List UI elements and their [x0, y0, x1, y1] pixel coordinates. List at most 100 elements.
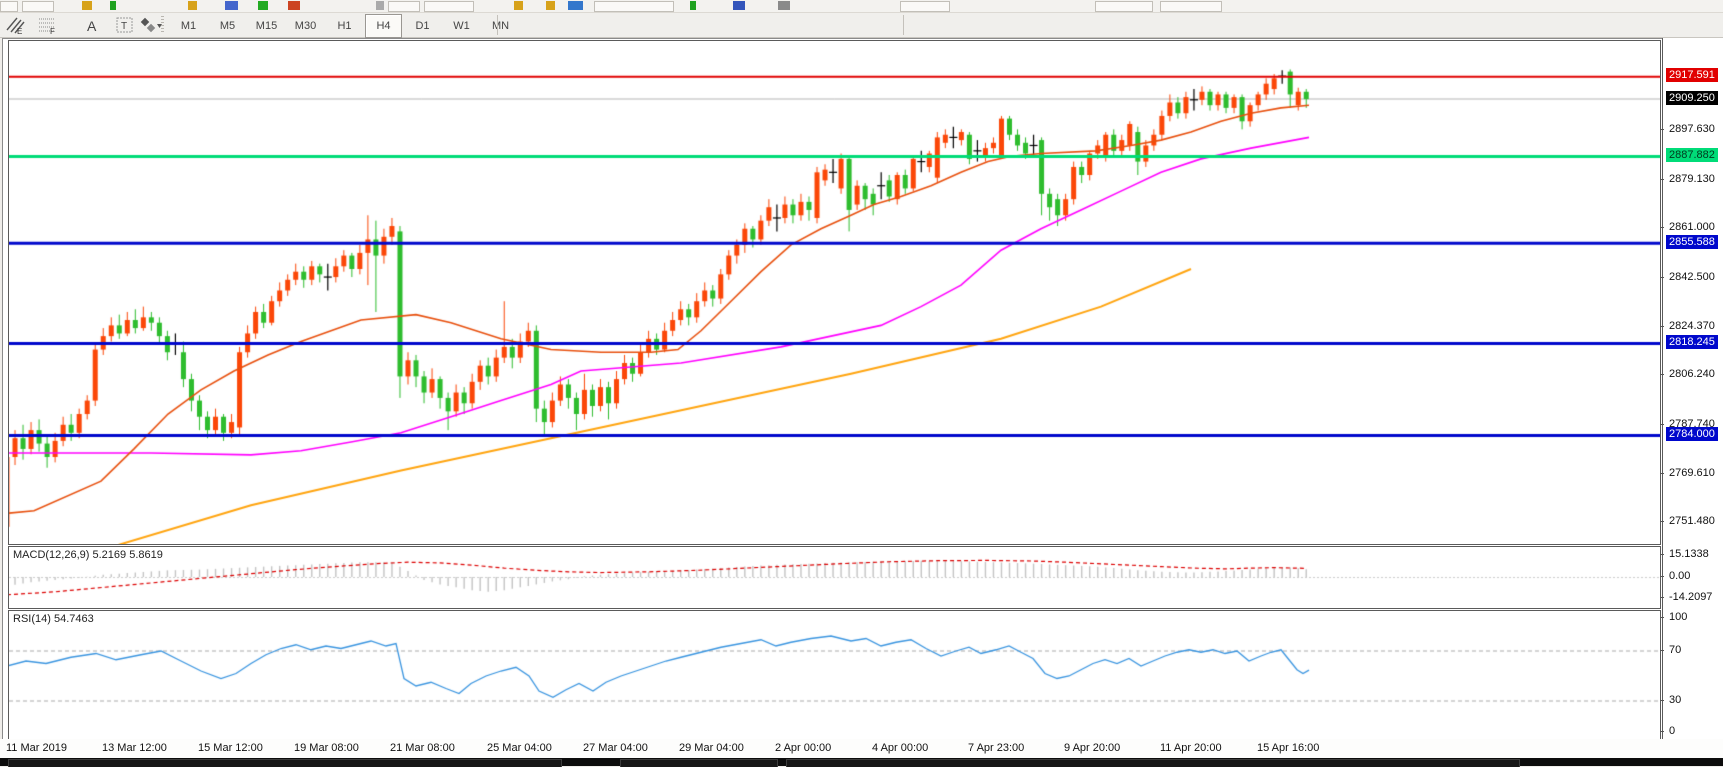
toolbar-separator — [497, 15, 498, 35]
price-scale-label: 2861.000 — [1666, 220, 1718, 234]
scale-tick — [1660, 617, 1664, 618]
scale-tick — [1660, 700, 1664, 701]
toolbar-icon-stub[interactable] — [188, 1, 197, 10]
scale-tick — [1660, 326, 1664, 327]
price-scale-label: 2842.500 — [1666, 270, 1718, 284]
macd-label: MACD(12,26,9) 5.2169 5.8619 — [13, 549, 163, 561]
price-scale-label: 30 — [1666, 693, 1684, 707]
price-scale-label: -14.2097 — [1666, 590, 1715, 604]
date-axis-label: 15 Mar 12:00 — [198, 742, 263, 754]
macd-indicator-pane[interactable] — [8, 546, 1661, 609]
price-level-badge: 2818.245 — [1666, 335, 1718, 349]
price-level-badge: 2917.591 — [1666, 68, 1718, 82]
main-toolbar: E F A T M1M5M15M30H1H4D1W1MN — [0, 13, 1723, 38]
timeframe-bar: M1M5M15M30H1H4D1W1MN — [170, 14, 519, 36]
scale-tick — [1660, 597, 1664, 598]
toolbar-icon-stub[interactable] — [733, 1, 745, 10]
scale-tick — [1660, 731, 1664, 732]
price-scale-label: 2769.610 — [1666, 466, 1718, 480]
toolbar-icon-stub[interactable] — [1160, 1, 1222, 12]
date-axis-label: 29 Mar 04:00 — [679, 742, 744, 754]
price-scale-label: 2879.130 — [1666, 172, 1718, 186]
top-toolbar-strip — [0, 0, 1723, 13]
macd-main-value: 5.2169 — [92, 549, 126, 561]
scale-tick — [1660, 576, 1664, 577]
price-scale-label: 0.00 — [1666, 569, 1693, 583]
rsi-value: 54.7463 — [54, 613, 94, 625]
toolbar-icon-stub[interactable] — [778, 1, 790, 10]
price-level-badge: 2855.588 — [1666, 235, 1718, 249]
toolbar-icon-stub[interactable] — [258, 1, 268, 10]
timeframe-button-W1[interactable]: W1 — [443, 14, 480, 38]
date-axis-label: 7 Apr 23:00 — [968, 742, 1024, 754]
text-label-icon[interactable]: T — [112, 14, 138, 36]
svg-text:T: T — [121, 21, 127, 32]
toolbar-icon-stub[interactable] — [690, 1, 696, 10]
scale-tick — [1660, 374, 1664, 375]
date-axis-label: 11 Apr 20:00 — [1160, 742, 1222, 754]
price-scale-label: 15.1338 — [1666, 547, 1712, 561]
date-axis-label: 15 Apr 16:00 — [1257, 742, 1319, 754]
timeframe-button-M5[interactable]: M5 — [209, 14, 246, 38]
taskbar-strip — [0, 758, 1723, 766]
scale-tick — [1660, 129, 1664, 130]
price-scale-label: 70 — [1666, 643, 1684, 657]
price-scale-label: 2806.240 — [1666, 367, 1718, 381]
fibo-expansion-icon[interactable]: E — [2, 14, 28, 36]
toolbar-drag-handle[interactable] — [161, 16, 164, 34]
toolbar-icon-stub[interactable] — [0, 1, 18, 12]
toolbar-icon-stub[interactable] — [900, 1, 950, 12]
scale-tick — [1660, 179, 1664, 180]
toolbar-icon-stub[interactable] — [568, 1, 583, 10]
date-axis-label: 13 Mar 12:00 — [102, 742, 167, 754]
scale-tick — [1660, 473, 1664, 474]
fibo-retracement-icon[interactable]: F — [34, 14, 60, 36]
toolbar-icon-stub[interactable] — [424, 1, 474, 12]
toolbar-icon-stub[interactable] — [376, 1, 384, 10]
scale-tick — [1660, 521, 1664, 522]
macd-signal-value: 5.8619 — [129, 549, 163, 561]
rsi-label: RSI(14) 54.7463 — [13, 613, 94, 625]
toolbar-icon-stub[interactable] — [22, 1, 54, 12]
price-level-badge: 2887.882 — [1666, 148, 1718, 162]
price-chart-pane[interactable] — [8, 40, 1661, 545]
svg-text:E: E — [17, 27, 22, 34]
timeframe-button-M15[interactable]: M15 — [248, 14, 285, 38]
toolbar-icon-stub[interactable] — [110, 1, 116, 10]
svg-text:F: F — [50, 27, 55, 34]
date-axis-label: 21 Mar 08:00 — [390, 742, 455, 754]
scale-tick — [1660, 277, 1664, 278]
toolbar-icon-stub[interactable] — [82, 1, 92, 10]
price-scale-label: 2824.370 — [1666, 319, 1718, 333]
price-level-badge: 2784.000 — [1666, 427, 1718, 441]
toolbar-icon-stub[interactable] — [514, 1, 523, 10]
timeframe-button-M30[interactable]: M30 — [287, 14, 324, 38]
scale-tick — [1660, 650, 1664, 651]
price-scale-label: 2751.480 — [1666, 514, 1718, 528]
scale-tick — [1660, 424, 1664, 425]
toolbar-icon-stub[interactable] — [388, 1, 420, 12]
timeframe-button-H1[interactable]: H1 — [326, 14, 363, 38]
date-axis-label: 27 Mar 04:00 — [583, 742, 648, 754]
toolbar-icon-stub[interactable] — [225, 1, 238, 10]
text-tool-icon[interactable]: A — [80, 14, 106, 36]
price-scale-label: 2897.630 — [1666, 122, 1718, 136]
toolbar-icon-stub[interactable] — [288, 1, 300, 10]
date-axis-label: 11 Mar 2019 — [6, 742, 67, 754]
timeframe-button-MN[interactable]: MN — [482, 14, 519, 38]
toolbar-icon-stub[interactable] — [1095, 1, 1153, 12]
toolbar-separator — [903, 15, 904, 35]
rsi-indicator-pane[interactable] — [8, 610, 1661, 740]
toolbar-icon-stub[interactable] — [546, 1, 555, 10]
price-scale-label: 0 — [1666, 724, 1678, 738]
price-scale-label: 100 — [1666, 610, 1690, 624]
timeframe-button-D1[interactable]: D1 — [404, 14, 441, 38]
toolbar-icon-stub[interactable] — [594, 1, 674, 12]
timeframe-button-H4[interactable]: H4 — [365, 14, 402, 38]
scale-tick — [1660, 554, 1664, 555]
date-axis-label: 4 Apr 00:00 — [872, 742, 928, 754]
svg-text:A: A — [87, 18, 97, 33]
date-axis-label: 19 Mar 08:00 — [294, 742, 359, 754]
timeframe-button-M1[interactable]: M1 — [170, 14, 207, 38]
date-axis-label: 2 Apr 00:00 — [775, 742, 831, 754]
